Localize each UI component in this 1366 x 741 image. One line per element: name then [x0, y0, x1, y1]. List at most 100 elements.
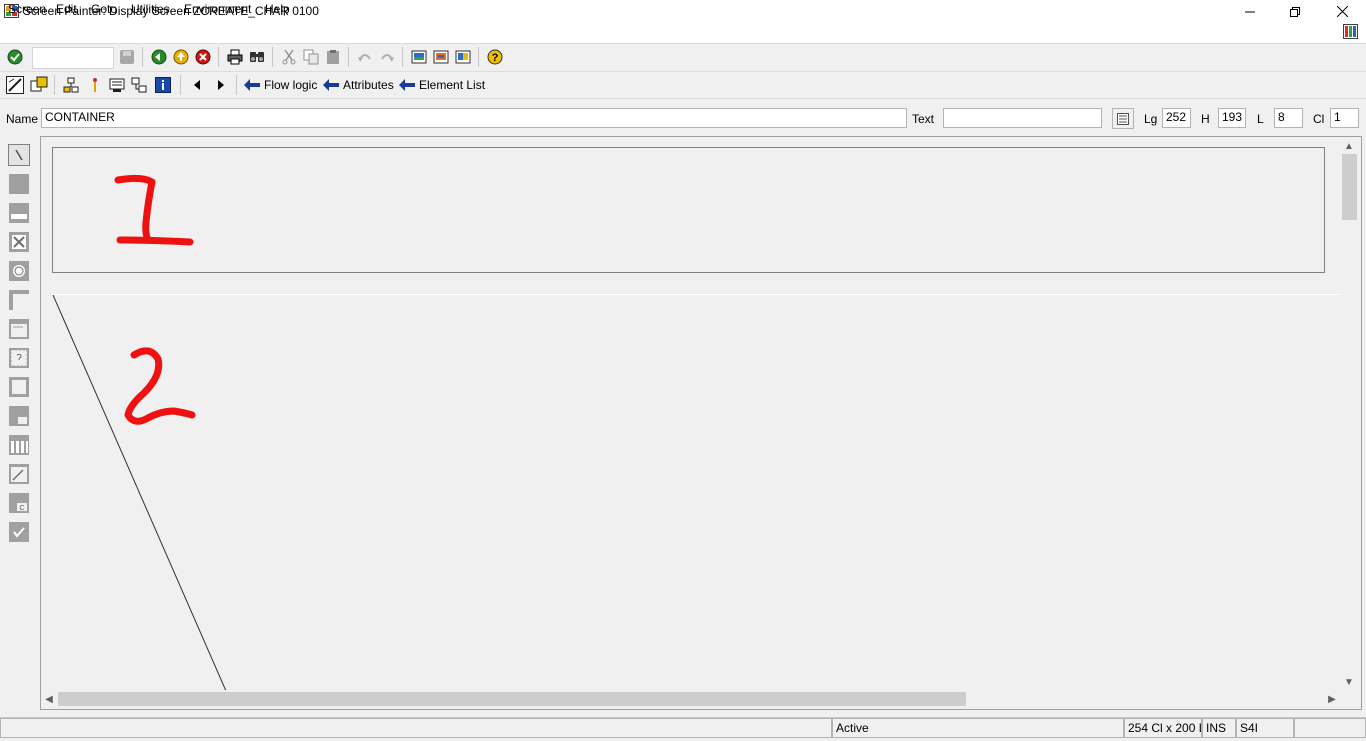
find-button[interactable] — [248, 48, 266, 66]
checkbox-icon — [9, 232, 29, 252]
close-icon — [1336, 6, 1348, 17]
information-button[interactable] — [154, 76, 172, 94]
print-button[interactable] — [226, 48, 244, 66]
display-change-button[interactable] — [30, 76, 48, 94]
box-tool[interactable] — [8, 289, 30, 311]
radio-button-tool[interactable] — [8, 260, 30, 282]
annotation-mark-1 — [114, 174, 194, 246]
exit-button[interactable] — [172, 48, 190, 66]
enter-icon — [7, 49, 23, 65]
custom-control-icon — [9, 348, 29, 368]
attributes-button[interactable]: Attributes — [323, 76, 394, 94]
column-field[interactable]: 1 — [1330, 108, 1359, 128]
vertical-scrollbar[interactable] — [1341, 137, 1358, 691]
next-button[interactable] — [212, 76, 230, 94]
copy-button[interactable] — [302, 48, 320, 66]
line-field[interactable]: 8 — [1274, 108, 1303, 128]
restore-icon — [1290, 6, 1300, 17]
program-fields-icon — [131, 77, 147, 93]
attributes-label: Attributes — [343, 78, 394, 92]
layout-button[interactable] — [454, 48, 472, 66]
flow-logic-button[interactable]: Flow logic — [244, 76, 317, 94]
status-mode[interactable]: INS — [1202, 718, 1236, 738]
select-tool[interactable] — [8, 144, 30, 166]
back-arrow-icon — [399, 79, 415, 91]
back-arrow-icon — [244, 79, 260, 91]
custom-control-tool[interactable] — [8, 347, 30, 369]
table-wizard-icon — [9, 464, 29, 484]
customize-layout-icon[interactable] — [1343, 24, 1358, 39]
scroll-up-icon[interactable]: ▲ — [1341, 138, 1357, 154]
help-button[interactable]: ? — [486, 48, 504, 66]
input-field-icon — [9, 203, 29, 223]
dictionary-fields-button[interactable] — [108, 76, 126, 94]
subscreen-tool[interactable] — [8, 318, 30, 340]
horizontal-scroll-thumb[interactable] — [58, 692, 966, 706]
paste-button[interactable] — [324, 48, 342, 66]
text-field-tool[interactable] — [8, 173, 30, 195]
previous-button[interactable] — [188, 76, 206, 94]
close-button[interactable] — [1319, 0, 1365, 23]
undo-button[interactable] — [356, 48, 374, 66]
where-used-button[interactable] — [86, 76, 104, 94]
tabstrip-tool[interactable] — [8, 405, 30, 427]
enter-button[interactable] — [6, 48, 24, 66]
custom-container-tool[interactable]: C — [8, 492, 30, 514]
scroll-down-icon[interactable]: ▼ — [1341, 674, 1357, 690]
back-button[interactable] — [150, 48, 168, 66]
status-extra — [1294, 718, 1366, 738]
menu-environment[interactable]: Environment — [183, 2, 252, 16]
cut-button[interactable] — [280, 48, 298, 66]
table-wizard-tool[interactable] — [8, 463, 30, 485]
frame-tool[interactable] — [8, 376, 30, 398]
radio-icon — [9, 261, 29, 281]
redo-button[interactable] — [378, 48, 396, 66]
cancel-button[interactable] — [194, 48, 212, 66]
status-icon — [9, 522, 29, 542]
height-field[interactable]: 193 — [1218, 108, 1246, 128]
menu-utilities[interactable]: Utilities — [130, 2, 171, 16]
status-icon-tool[interactable] — [8, 521, 30, 543]
element-list-button[interactable]: Element List — [399, 76, 485, 94]
input-field-tool[interactable] — [8, 202, 30, 224]
command-field[interactable] — [32, 47, 114, 69]
hierarchy-icon — [63, 77, 79, 93]
checkbox-tool[interactable] — [8, 231, 30, 253]
box-icon — [9, 290, 29, 310]
restore-button[interactable] — [1272, 0, 1318, 23]
vertical-scroll-thumb[interactable] — [1342, 154, 1357, 220]
redo-icon — [381, 54, 394, 62]
scroll-left-icon[interactable]: ◀ — [41, 691, 57, 707]
lg-label: Lg — [1144, 112, 1158, 126]
edit-layout-icon — [6, 76, 24, 94]
name-field[interactable]: CONTAINER — [41, 108, 907, 128]
find-icon — [250, 52, 264, 62]
exit-icon — [173, 49, 189, 65]
menu-edit[interactable]: Edit — [55, 2, 78, 16]
menu-help[interactable]: Help — [264, 2, 291, 16]
list-icon — [1117, 112, 1129, 125]
save-button[interactable] — [118, 48, 136, 66]
table-control-tool[interactable] — [8, 434, 30, 456]
length-field[interactable]: 252 — [1162, 108, 1191, 128]
text-edit-button[interactable] — [1112, 108, 1134, 129]
minimize-button[interactable] — [1227, 0, 1273, 23]
svg-text:C: C — [19, 505, 24, 512]
subscreen-area-container[interactable] — [52, 147, 1325, 273]
edit-mode-button[interactable] — [6, 76, 24, 94]
scroll-right-icon[interactable]: ▶ — [1324, 691, 1340, 707]
menu-screen[interactable]: Screen — [7, 2, 47, 16]
shortcut-button[interactable] — [432, 48, 450, 66]
create-session-button[interactable] — [410, 48, 428, 66]
menu-goto[interactable]: Goto — [90, 2, 118, 16]
text-field[interactable] — [943, 108, 1102, 128]
status-state: Active — [832, 718, 1124, 738]
dictionary-icon — [109, 78, 125, 92]
print-icon — [227, 49, 243, 65]
info-icon — [155, 77, 171, 93]
tabstrip-icon — [9, 406, 29, 426]
flow-logic-label: Flow logic — [264, 78, 318, 92]
program-fields-button[interactable] — [130, 76, 148, 94]
other-screen-button[interactable] — [62, 76, 80, 94]
svg-text:?: ? — [492, 52, 499, 64]
